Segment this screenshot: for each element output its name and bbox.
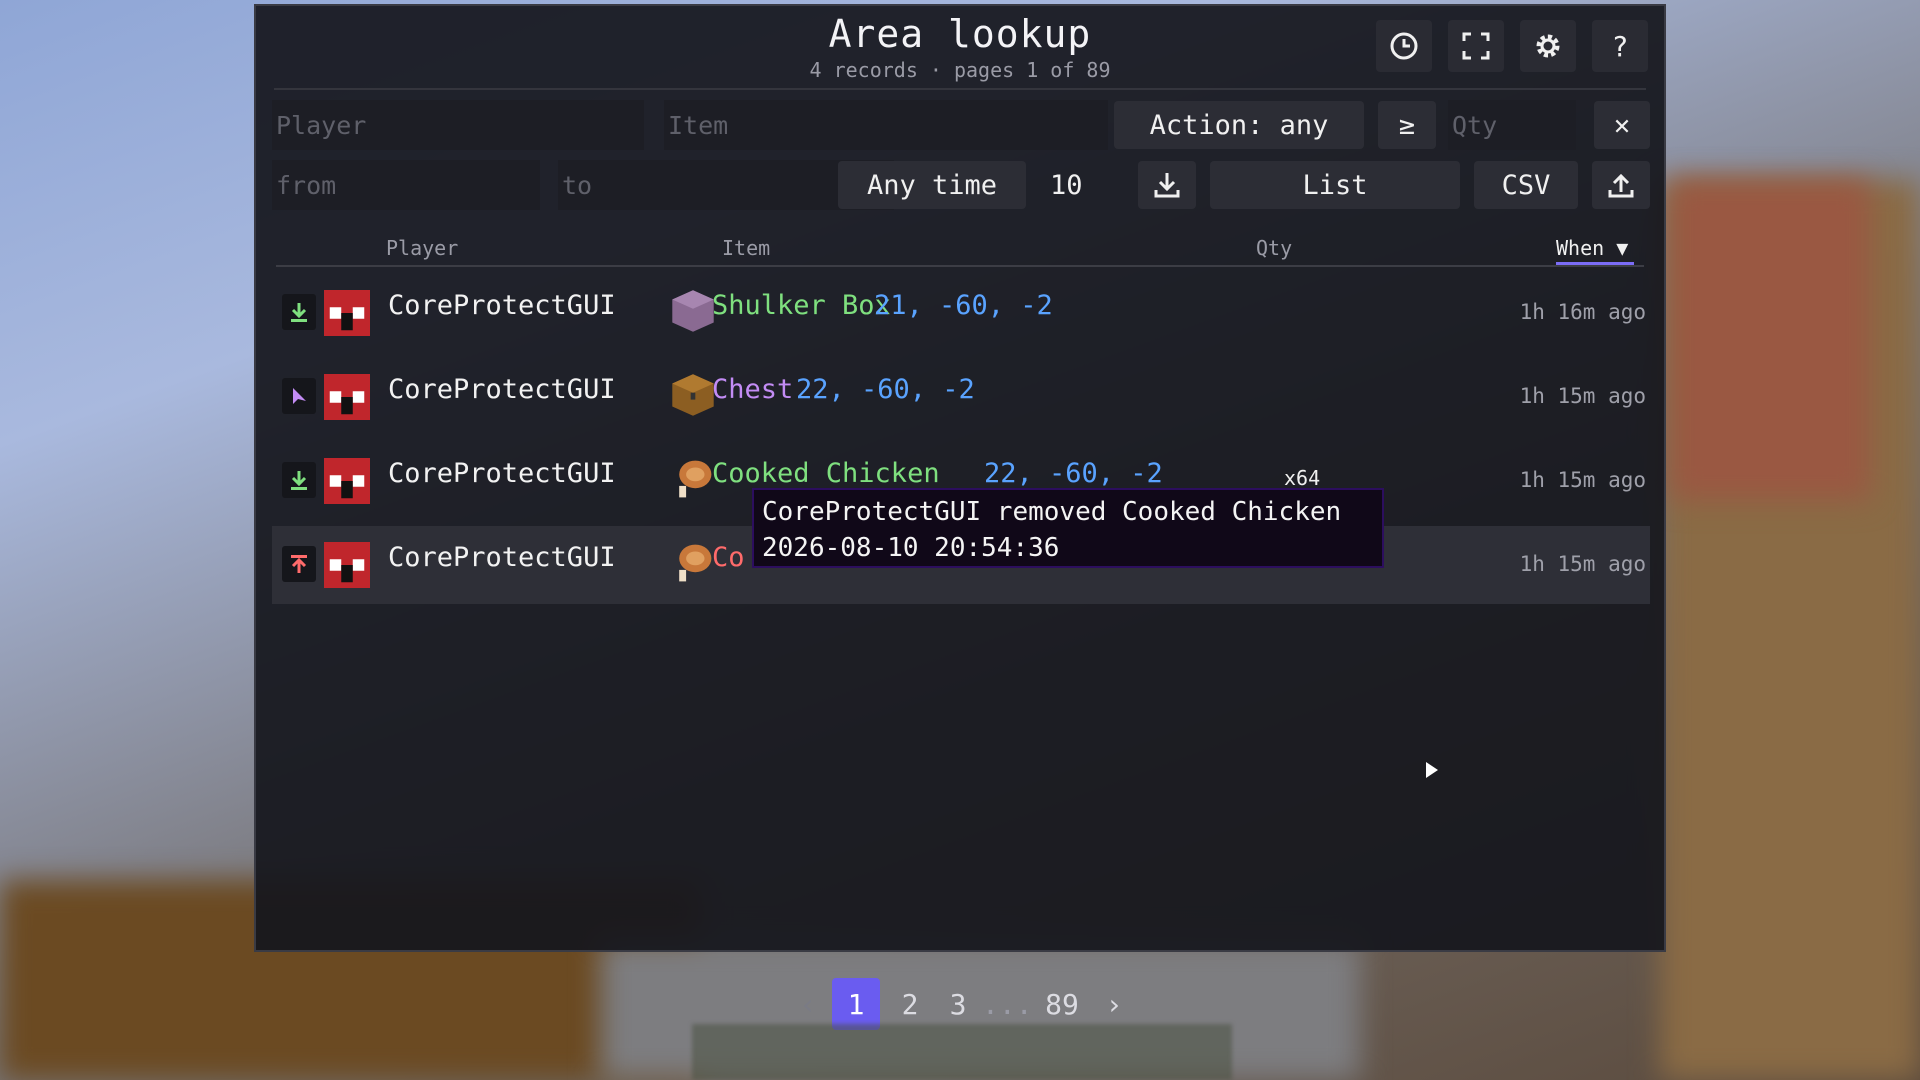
page-ellipsis: ... [982, 987, 1033, 1021]
player-name: CoreProtectGUI [388, 458, 616, 489]
quantity: x64 [1284, 466, 1321, 490]
page-button-last[interactable]: 89 [1030, 988, 1094, 1021]
item-name: Shulker Box [712, 290, 891, 321]
close-icon: ✕ [1613, 109, 1631, 141]
upload-icon [1608, 173, 1634, 198]
download-button[interactable] [1138, 161, 1196, 209]
player-filter-input[interactable]: Player [272, 100, 644, 150]
row-tooltip: CoreProtectGUI removed Cooked Chicken 20… [752, 488, 1384, 568]
mouse-cursor-icon [1426, 762, 1438, 778]
player-name: CoreProtectGUI [388, 290, 616, 321]
help-icon: ? [1611, 29, 1629, 63]
next-page-button[interactable]: › [1094, 988, 1134, 1021]
timestamp: 1h 15m ago [1519, 468, 1646, 492]
fullscreen-button[interactable] [1448, 20, 1504, 72]
item-name: Chest [712, 374, 794, 405]
deposit-icon [282, 294, 316, 330]
withdraw-icon [282, 546, 316, 582]
column-header-qty[interactable]: Qty [1256, 236, 1292, 260]
table-row[interactable]: CoreProtectGUI Shulker Box 21, -60, -2 1… [272, 274, 1650, 352]
action-filter-button[interactable]: Action: any [1114, 101, 1364, 149]
settings-button[interactable] [1520, 20, 1576, 72]
upload-button[interactable] [1592, 161, 1650, 209]
tooltip-timestamp: 2026-08-10 20:54:36 [762, 533, 1060, 563]
background-scene [1670, 180, 1870, 500]
page-button-1[interactable]: 1 [832, 978, 880, 1030]
item-filter-input[interactable]: Item [664, 100, 1108, 150]
column-header-player[interactable]: Player [386, 236, 458, 260]
history-button[interactable] [1376, 20, 1432, 72]
qty-filter-input[interactable]: Qty [1448, 100, 1576, 150]
fullscreen-icon [1462, 32, 1490, 60]
player-name: CoreProtectGUI [388, 542, 616, 573]
timestamp: 1h 16m ago [1519, 300, 1646, 324]
timestamp: 1h 15m ago [1519, 552, 1646, 576]
page-button-2[interactable]: 2 [886, 988, 934, 1021]
coordinates-link[interactable]: 21, -60, -2 [874, 290, 1053, 321]
timestamp: 1h 15m ago [1519, 384, 1646, 408]
view-mode-button[interactable]: List [1210, 161, 1460, 209]
tooltip-description: CoreProtectGUI removed Cooked Chicken [762, 497, 1342, 527]
from-date-input[interactable]: from [272, 160, 540, 210]
area-lookup-panel: Area lookup 4 records · pages 1 of 89 ? … [254, 4, 1666, 952]
interact-icon [282, 378, 316, 414]
gear-icon [1536, 34, 1560, 58]
page-button-3[interactable]: 3 [934, 988, 982, 1021]
shulker-box-icon [672, 290, 714, 332]
column-header-when[interactable]: When ▼ [1556, 236, 1628, 260]
chest-icon [672, 374, 714, 416]
table-row[interactable]: CoreProtectGUI Chest 22, -60, -2 1h 15m … [272, 358, 1650, 436]
coordinates-link[interactable]: 22, -60, -2 [796, 374, 975, 405]
player-head-icon [324, 290, 370, 336]
page-size-value[interactable]: 10 [1050, 161, 1083, 209]
item-name: Cooked Chicken [712, 458, 940, 489]
header-divider [274, 88, 1646, 90]
prev-page-button[interactable]: ‹ [790, 988, 826, 1021]
sort-indicator [1556, 262, 1634, 265]
qty-compare-button[interactable]: ≥ [1378, 101, 1436, 149]
game-hotbar [692, 1024, 1232, 1080]
time-range-button[interactable]: Any time [838, 161, 1026, 209]
clock-icon [1390, 32, 1418, 60]
column-header-item[interactable]: Item [722, 236, 770, 260]
deposit-icon [282, 462, 316, 498]
cooked-chicken-icon [679, 460, 712, 498]
coordinates-link[interactable]: 22, -60, -2 [984, 458, 1163, 489]
cooked-chicken-icon [679, 544, 712, 582]
player-head-icon [324, 374, 370, 420]
player-head-icon [324, 458, 370, 504]
item-name: Co [712, 542, 745, 573]
help-button[interactable]: ? [1592, 20, 1648, 72]
clear-filters-button[interactable]: ✕ [1594, 101, 1650, 149]
download-icon [1154, 173, 1180, 198]
player-name: CoreProtectGUI [388, 374, 616, 405]
table-header-divider [276, 265, 1644, 267]
csv-export-button[interactable]: CSV [1474, 161, 1578, 209]
pagination: ‹ 1 2 3 ... 89 › [766, 978, 1158, 1030]
player-head-icon [324, 542, 370, 588]
